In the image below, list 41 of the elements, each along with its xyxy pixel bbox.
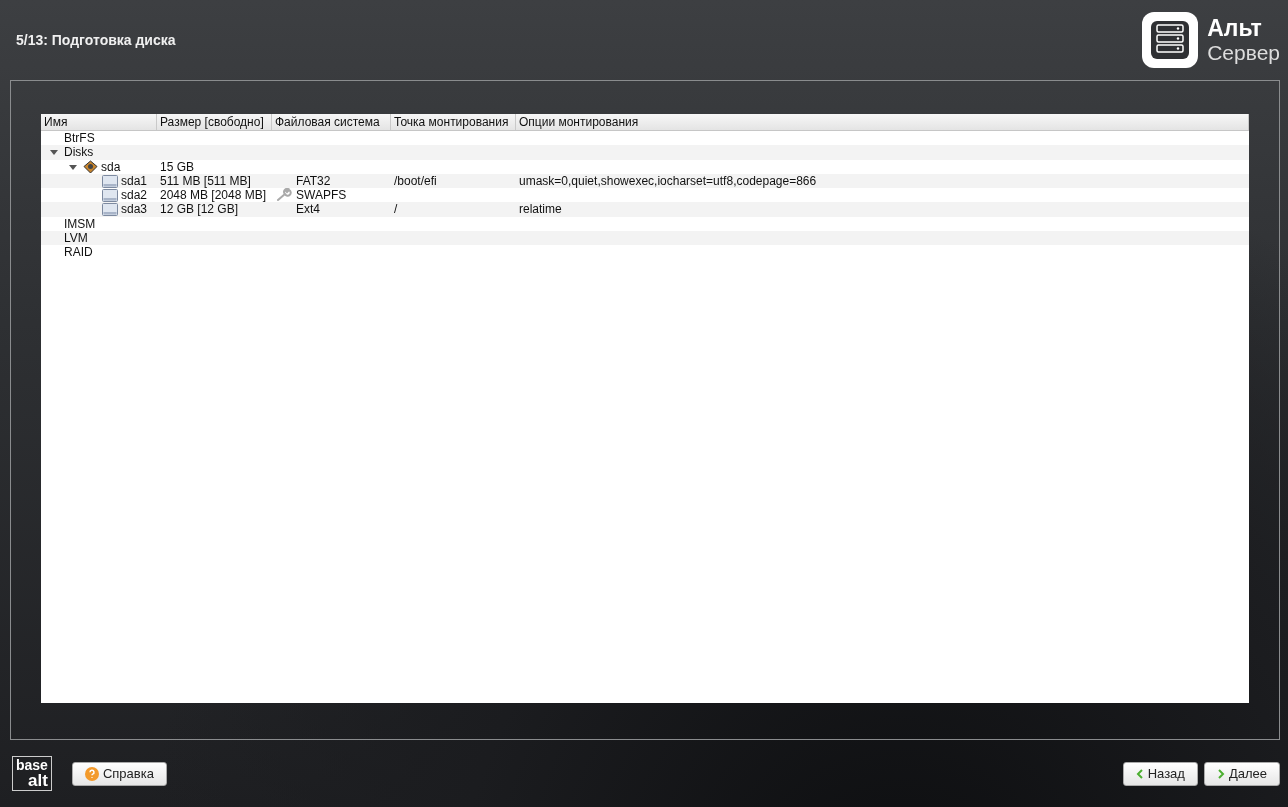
table-cell-text: 12 GB [12 GB] (159, 202, 239, 217)
tree-item[interactable]: LVM (64, 231, 88, 246)
table-cell: FAT32 (296, 173, 331, 189)
help-button[interactable]: Справка (71, 761, 167, 786)
column-header[interactable]: Имя (41, 114, 157, 130)
back-button[interactable]: Назад (1122, 761, 1198, 786)
table-cell-text: 2048 MB [2048 MB] (159, 188, 267, 203)
table-cell-text: 511 MB [511 MB] (159, 173, 251, 188)
brand-product: Сервер (1207, 41, 1280, 65)
table-cell-text: relatime (518, 202, 562, 217)
column-header[interactable]: Файловая система (272, 114, 391, 130)
tree-item[interactable]: sda1 (121, 173, 148, 189)
table-cell: Ext4 (296, 202, 320, 217)
table-cell-text: / (393, 202, 398, 217)
tree-item[interactable]: IMSM (64, 216, 96, 232)
step-title: 5/13: Подготовка диска (16, 32, 176, 48)
next-button[interactable]: Далее (1203, 761, 1280, 786)
brand-name: Альт (1207, 15, 1263, 42)
tree-item[interactable]: RAID (64, 245, 93, 260)
expander-icon[interactable] (50, 148, 58, 157)
column-header[interactable]: Размер [свободно] (157, 114, 272, 130)
column-header[interactable]: Точка монтирования (391, 114, 516, 130)
column-header[interactable]: Опции монтирования (516, 114, 1249, 130)
tree-item[interactable]: sda2 (121, 188, 148, 203)
partition-icon (102, 203, 118, 217)
tree-item[interactable]: BtrFS (64, 131, 95, 146)
basealt-logo: base alt (12, 756, 52, 791)
table-cell-text: /boot/efi (393, 173, 437, 188)
chevron-left-icon (1135, 768, 1144, 779)
table-cell-text: 15 GB (159, 159, 195, 174)
partition-icon (102, 174, 118, 188)
tree-item[interactable]: sda3 (121, 202, 148, 217)
partition-icon (102, 188, 118, 202)
table-cell: SWAPFS (296, 188, 347, 203)
chevron-right-icon (1216, 768, 1225, 779)
server-logo-icon (1141, 11, 1200, 69)
tree-item[interactable]: sda (101, 159, 121, 174)
tree-item[interactable]: Disks (64, 145, 94, 160)
expander-icon[interactable] (69, 162, 77, 171)
question-icon (84, 766, 99, 781)
table-cell-text: umask=0,quiet,showexec,iocharset=utf8,codepage=866 (518, 173, 817, 188)
